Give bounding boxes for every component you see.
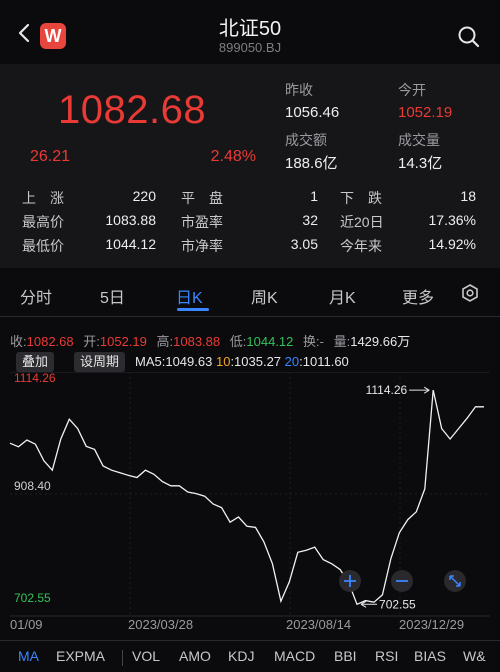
prev-close-value: 1056.46 xyxy=(285,104,340,121)
indicator-amo[interactable]: AMO xyxy=(179,648,211,664)
price-change-pct: 2.48% xyxy=(210,148,256,165)
up-count-label: 上 涨 xyxy=(22,190,64,206)
ma10-value: :1035.27 xyxy=(230,354,282,369)
high-label: 最高价 xyxy=(22,214,64,230)
tabs-divider xyxy=(0,316,500,317)
indicator-rsi[interactable]: RSI xyxy=(375,648,398,664)
high-value: 1083.88 xyxy=(105,212,156,228)
tab-monthly-k[interactable]: 月K xyxy=(329,284,356,308)
indicator-macd[interactable]: MACD xyxy=(274,648,315,664)
down-count-label: 下 跌 xyxy=(340,190,382,206)
zoom-in-button[interactable] xyxy=(339,570,361,592)
pe-value: 32 xyxy=(302,212,318,228)
flat-count: 1 xyxy=(310,188,318,204)
open-value: 1052.19 xyxy=(398,104,453,121)
d20-value: 17.36% xyxy=(428,212,476,228)
x-label-2: 2023/03/28 xyxy=(128,617,194,632)
indicator-bbi[interactable]: BBI xyxy=(334,648,357,664)
kline-info-row: 收:1082.68 开:1052.19 高:1083.88 低:1044.12 … xyxy=(10,331,410,350)
page-title: 北证50 xyxy=(218,18,282,40)
x-label-4: 2023/12/29 xyxy=(399,617,465,632)
ma-label: MA xyxy=(135,354,155,369)
y-tick-label: 702.55 xyxy=(14,591,51,605)
close-label: 收: xyxy=(10,334,27,349)
volume-value-k: 1429.66万 xyxy=(350,334,411,349)
down-count: 18 xyxy=(460,188,476,204)
prev-close-label: 昨收 xyxy=(285,82,313,98)
open-value-k: 1052.19 xyxy=(99,334,147,349)
indicator-w[interactable]: W& xyxy=(463,648,486,664)
overlay-button[interactable]: 叠加 xyxy=(16,352,55,372)
volume-label-k: 量: xyxy=(333,334,351,349)
flat-count-label: 平 盘 xyxy=(181,190,223,206)
indicator-separator xyxy=(122,650,123,666)
ma20-key: 20 xyxy=(284,354,300,369)
ma5-key: 5 xyxy=(154,354,162,369)
indicator-divider xyxy=(0,640,500,641)
active-tab-indicator xyxy=(177,308,209,311)
low-label: 最低价 xyxy=(22,238,64,254)
turnover-rate-value: - xyxy=(319,334,324,349)
set-period-button[interactable]: 设周期 xyxy=(74,352,126,372)
search-button[interactable] xyxy=(456,24,482,50)
price-change: 26.21 xyxy=(30,148,71,165)
tab-more[interactable]: 更多 xyxy=(402,284,434,308)
ma10-key: 10 xyxy=(215,354,231,369)
indicator-ma[interactable]: MA xyxy=(18,648,39,664)
settings-hex-icon xyxy=(462,284,478,302)
low-value: 1044.12 xyxy=(105,236,156,252)
current-price: 1082.68 xyxy=(58,88,207,132)
x-label-3: 2023/08/14 xyxy=(286,617,352,632)
open-label: 今开 xyxy=(398,82,426,98)
high-label-k: 高: xyxy=(156,334,174,349)
x-label-start: 01/09 xyxy=(10,617,43,632)
tab-5day[interactable]: 5日 xyxy=(100,284,125,308)
zoom-out-button[interactable] xyxy=(391,570,413,592)
tab-daily-k[interactable]: 日K xyxy=(176,284,203,308)
up-count: 220 xyxy=(132,188,156,204)
volume-value: 14.3亿 xyxy=(398,155,443,172)
ma5-value: :1049.63 xyxy=(161,354,213,369)
tab-weekly-k[interactable]: 周K xyxy=(251,284,278,308)
turnover-rate-label: 换: xyxy=(303,334,320,349)
price-series-line xyxy=(9,389,484,606)
ma20-value: :1011.60 xyxy=(299,354,349,369)
turnover-value: 188.6亿 xyxy=(285,155,338,172)
turnover-label: 成交额 xyxy=(285,132,327,148)
open-label-k: 开: xyxy=(83,334,100,349)
max-value-annotation: 1114.26 xyxy=(366,383,408,397)
close-value: 1082.68 xyxy=(26,334,74,349)
search-icon xyxy=(458,26,480,48)
low-value-k: 1044.12 xyxy=(246,334,294,349)
pb-value: 3.05 xyxy=(290,236,318,252)
pe-label: 市盈率 xyxy=(181,214,223,230)
indicator-expma[interactable]: EXPMA xyxy=(56,648,105,664)
stock-code: 899050.BJ xyxy=(218,40,282,55)
indicator-bias[interactable]: BIAS xyxy=(414,648,446,664)
fullscreen-button[interactable] xyxy=(444,570,466,592)
low-label-k: 低: xyxy=(229,334,247,349)
indicator-vol[interactable]: VOL xyxy=(132,648,160,664)
d20-label: 近20日 xyxy=(340,214,384,230)
y-tick-label: 1114.26 xyxy=(14,372,56,385)
ytd-label: 今年来 xyxy=(340,238,382,254)
indicator-kdj[interactable]: KDJ xyxy=(228,648,254,664)
y-tick-label: 908.40 xyxy=(14,479,51,493)
min-value-annotation: 702.55 xyxy=(379,597,416,611)
high-value-k: 1083.88 xyxy=(173,334,221,349)
tab-intraday[interactable]: 分时 xyxy=(20,284,52,308)
ytd-value: 14.92% xyxy=(428,236,476,252)
pb-label: 市净率 xyxy=(181,238,223,254)
chart-settings-button[interactable] xyxy=(460,283,480,303)
ma-legend: MA5:1049.63 10:1035.27 20:1011.60 xyxy=(135,354,349,369)
price-line-chart[interactable]: 1114.26 702.55 1114.26 908.40 702.55 xyxy=(0,372,500,634)
volume-label: 成交量 xyxy=(398,132,440,148)
